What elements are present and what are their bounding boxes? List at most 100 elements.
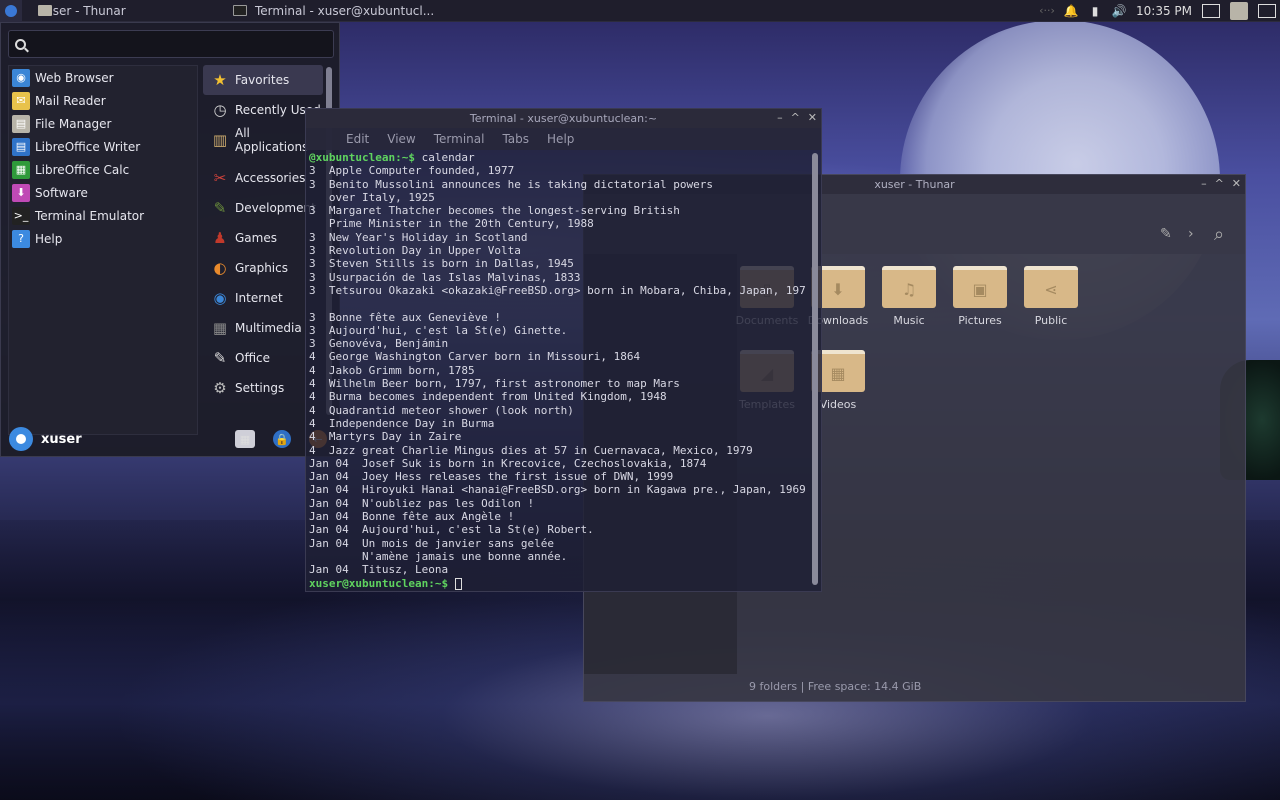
whisker-menu-button[interactable] bbox=[0, 0, 22, 22]
terminal-output-line: Jan 04 Un mois de janvier sans gelée bbox=[309, 536, 555, 550]
favorite-item-label: Terminal Emulator bbox=[35, 208, 145, 223]
terminal-window: Terminal - xuser@xubuntuclean:~ – ^ ✕ Ed… bbox=[305, 108, 822, 592]
xubuntu-logo-icon bbox=[5, 4, 17, 17]
terminal-output-line: Jan 04 N'oubliez pas les Odilon ! bbox=[309, 496, 535, 510]
terminal-prompt-line: xuser@xubuntuclean:~$ bbox=[309, 577, 811, 590]
settings-icon: ⚙ bbox=[213, 379, 227, 397]
system-tray: ‹··› 🔔 ▮ 🔊 10:35 PM bbox=[1039, 1, 1280, 20]
terminal-output-line: Jan 04 Titusz, Leona bbox=[309, 563, 449, 577]
arrows-icon[interactable]: ‹··› bbox=[1039, 4, 1055, 18]
favorites-list: ◉ Web Browser ✉ Mail Reader ▤ File Manager ▤ Li… bbox=[8, 65, 198, 435]
favorite-item-label: LibreOffice Calc bbox=[35, 162, 130, 177]
terminal-output-line: 3 Apple Computer founded, 1977 bbox=[309, 164, 515, 178]
terminal-output-line: 4 Independence Day in Burma bbox=[309, 416, 495, 430]
music-icon: ♫ bbox=[882, 266, 936, 308]
clock-icon: ◷ bbox=[213, 101, 227, 119]
terminal-output-line: Jan 04 Hiroyuki Hanai <hanai@FreeBSD.org… bbox=[309, 483, 806, 497]
close-icon[interactable]: ✕ bbox=[1232, 177, 1241, 190]
terminal-output-line: 4 Wilhelm Beer born, 1797, first astrono… bbox=[309, 377, 680, 391]
development-icon: ✎ bbox=[213, 199, 227, 217]
terminal-output-line: Jan 04 Joey Hess releases the first issu… bbox=[309, 470, 674, 484]
terminal-output-line: Jan 04 Aujourd'hui, c'est la St(e) Rober… bbox=[309, 523, 594, 537]
favorite-item-label: Web Browser bbox=[35, 70, 114, 85]
settings-manager-icon[interactable]: ▦ bbox=[235, 430, 255, 448]
close-icon[interactable]: ✕ bbox=[808, 111, 817, 124]
favorite-item[interactable]: ◉ Web Browser bbox=[9, 66, 197, 89]
volume-icon[interactable]: 🔊 bbox=[1112, 4, 1127, 18]
favorite-item[interactable]: >_ Terminal Emulator bbox=[9, 204, 197, 227]
favorite-item[interactable]: ▤ File Manager bbox=[9, 112, 197, 135]
terminal-cursor bbox=[454, 577, 462, 590]
taskbar-item-thunar[interactable]: xuser - Thunar bbox=[30, 0, 225, 22]
lock-screen-icon[interactable]: 🔒 bbox=[273, 430, 291, 448]
clock[interactable]: 10:35 PM bbox=[1136, 4, 1192, 18]
show-desktop-icon[interactable] bbox=[1258, 3, 1276, 18]
folder-item[interactable]: ⋖ Public bbox=[1015, 266, 1087, 327]
workspace-switcher-icon[interactable] bbox=[1202, 3, 1220, 18]
folder-icon bbox=[38, 5, 52, 16]
avatar bbox=[9, 427, 33, 451]
maximize-icon[interactable]: ^ bbox=[791, 111, 800, 124]
terminal-output-line: 3 Steven Stills is born in Dallas, 1945 bbox=[309, 257, 574, 271]
accessories-icon: ✂ bbox=[213, 169, 227, 187]
favorite-item[interactable]: ✉ Mail Reader bbox=[9, 89, 197, 112]
command-text: calendar bbox=[414, 151, 475, 164]
globe-icon: ◉ bbox=[12, 68, 30, 87]
terminal-output-line: 3 Aujourd'hui, c'est la St(e) Ginette. bbox=[309, 323, 568, 337]
category-item-label: Multimedia bbox=[235, 321, 302, 335]
maximize-icon[interactable]: ^ bbox=[1215, 177, 1224, 190]
taskbar-item-label: Terminal - xuser@xubuntucl... bbox=[255, 3, 435, 18]
menu-item[interactable]: Help bbox=[547, 132, 574, 146]
folder-item[interactable]: ♫ Music bbox=[873, 266, 945, 327]
search-icon[interactable]: ⌕ bbox=[1214, 224, 1224, 245]
category-item-label: Internet bbox=[235, 291, 283, 305]
notification-bell-icon[interactable]: 🔔 bbox=[1064, 4, 1079, 18]
terminal-output-line: 3 Benito Mussolini announces he is takin… bbox=[309, 177, 713, 191]
minimize-icon[interactable]: – bbox=[1201, 177, 1207, 190]
window-title-bar[interactable]: Terminal - xuser@xubuntuclean:~ – ^ ✕ bbox=[306, 109, 821, 128]
category-item-label: Office bbox=[235, 351, 271, 365]
terminal-icon bbox=[233, 5, 247, 16]
edit-path-icon[interactable]: ✎ bbox=[1160, 226, 1172, 242]
chevron-right-icon[interactable]: › bbox=[1188, 226, 1194, 242]
search-input[interactable] bbox=[8, 30, 334, 58]
home-folder-icon[interactable] bbox=[1230, 1, 1248, 20]
category-item-label: Graphics bbox=[235, 261, 288, 275]
office-icon: ✎ bbox=[213, 349, 227, 367]
whisker-menu: ◉ Web Browser ✉ Mail Reader ▤ File Manager ▤ Li… bbox=[0, 22, 340, 457]
share-icon: ⋖ bbox=[1024, 266, 1078, 308]
favorite-item-label: Mail Reader bbox=[35, 93, 106, 108]
terminal-output-line: 3 Genovéva, Benjámin bbox=[309, 337, 449, 351]
taskbar-item-terminal[interactable]: Terminal - xuser@xubuntucl... bbox=[225, 0, 442, 22]
menu-item[interactable]: Terminal bbox=[434, 132, 485, 146]
terminal-output[interactable]: @xubuntuclean:~$ calendar 3 Apple Compute… bbox=[306, 151, 811, 591]
favorite-item[interactable]: ⬇ Software bbox=[9, 181, 197, 204]
terminal-output-line: 3 Revolution Day in Upper Volta bbox=[309, 244, 521, 258]
category-item-label: Favorites bbox=[235, 73, 290, 87]
writer-icon: ▤ bbox=[12, 137, 30, 156]
battery-icon[interactable]: ▮ bbox=[1088, 4, 1102, 18]
terminal-output-line: 4 Jakob Grimm born, 1785 bbox=[309, 363, 475, 377]
software-icon: ⬇ bbox=[12, 183, 30, 202]
category-item-label: Settings bbox=[235, 381, 285, 395]
favorite-item[interactable]: ▦ LibreOffice Calc bbox=[9, 158, 197, 181]
terminal-menubar: Edit View Terminal Tabs Help bbox=[306, 128, 821, 150]
favorite-item[interactable]: ▤ LibreOffice Writer bbox=[9, 135, 197, 158]
terminal-output-line: 4 Jazz great Charlie Mingus dies at 57 i… bbox=[309, 443, 753, 457]
folder-label: Public bbox=[1034, 314, 1068, 327]
terminal-scrollbar[interactable] bbox=[812, 153, 818, 585]
prompt-text: xuser@xubuntuclean:~$ bbox=[309, 576, 449, 590]
menu-item[interactable]: Tabs bbox=[502, 132, 529, 146]
category-item-label: Development bbox=[235, 201, 316, 215]
category-item-label: Accessories bbox=[235, 171, 306, 185]
minimize-icon[interactable]: – bbox=[777, 111, 783, 124]
graphics-icon: ◐ bbox=[213, 259, 227, 277]
file-manager-icon: ▤ bbox=[12, 114, 30, 133]
favorite-item[interactable]: ? Help bbox=[9, 227, 197, 250]
menu-item[interactable]: Edit bbox=[346, 132, 369, 146]
menu-item[interactable]: View bbox=[387, 132, 415, 146]
terminal-output-line: 3 New Year's Holiday in Scotland bbox=[309, 230, 528, 244]
category-item[interactable]: ★ Favorites bbox=[203, 65, 323, 95]
folder-item[interactable]: ▣ Pictures bbox=[944, 266, 1016, 327]
status-bar: 9 folders | Free space: 14.4 GiB bbox=[749, 680, 922, 693]
